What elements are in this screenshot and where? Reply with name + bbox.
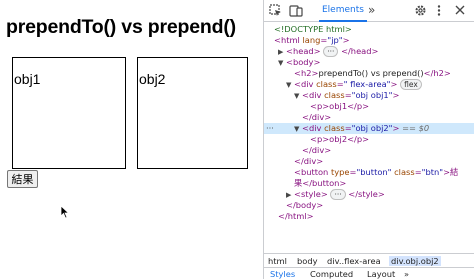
- mouse-cursor-icon: [60, 205, 70, 219]
- obj2-box: obj2: [137, 57, 248, 169]
- div-tag: <div: [302, 123, 325, 133]
- gear-icon[interactable]: [414, 4, 427, 17]
- attr-name: class: [394, 167, 415, 177]
- attr-value: "obj obj2": [351, 123, 393, 133]
- dom-line-h2[interactable]: <h2>prependTo() vs prepend()</h2>: [264, 68, 474, 79]
- tab-elements[interactable]: Elements: [319, 0, 367, 22]
- page-viewport: prependTo() vs prepend() obj1 obj2 結果: [0, 0, 263, 279]
- tab-styles[interactable]: Styles: [270, 269, 295, 279]
- flex-badge[interactable]: flex: [400, 79, 422, 90]
- tag-close: >: [342, 35, 350, 45]
- div-tag: <div: [294, 79, 317, 89]
- collapsed-ellipsis[interactable]: ···: [330, 189, 346, 200]
- attr-name: class: [324, 90, 345, 100]
- div-close-tag: </div>: [294, 156, 324, 166]
- style-tag: <style>: [294, 189, 328, 199]
- attr-value: "button": [356, 167, 392, 177]
- h2-close-tag: </h2>: [423, 68, 451, 78]
- style-close-tag: </style>: [348, 189, 385, 199]
- attr-value: "obj obj1": [351, 90, 393, 100]
- device-toolbar-icon[interactable]: [289, 4, 303, 17]
- dom-line-button-cont[interactable]: 果</button>: [264, 178, 474, 189]
- dom-line-html-close[interactable]: </html>: [264, 211, 474, 222]
- dom-line-button[interactable]: <button type="button" class="btn">結: [264, 167, 474, 178]
- dom-line-div-close[interactable]: </div>: [264, 112, 474, 123]
- h2-tag: <h2>: [294, 68, 319, 78]
- body-close-tag: </body>: [286, 200, 324, 210]
- button-tag: <button: [294, 167, 331, 177]
- breadcrumb-obj2[interactable]: div.obj.obj2: [389, 256, 441, 266]
- attr-name: class: [324, 123, 345, 133]
- body-tag: <body>: [286, 57, 321, 67]
- obj2-text: obj2: [139, 71, 166, 87]
- head-close-tag: </head>: [341, 46, 379, 56]
- p-element: <p>obj1</p>: [310, 101, 370, 111]
- dom-line-p-obj1[interactable]: <p>obj1</p>: [264, 101, 474, 112]
- breadcrumb-body[interactable]: body: [297, 256, 318, 266]
- close-icon[interactable]: [454, 4, 466, 16]
- console-ref-badge: == $0: [402, 123, 430, 133]
- tag-close: >: [392, 90, 400, 100]
- page-heading: prependTo() vs prepend(): [6, 16, 236, 38]
- div-close-tag: </div>: [302, 145, 332, 155]
- row-actions-ellipsis[interactable]: ···: [266, 123, 274, 134]
- dom-tree: <!DOCTYPE html> <html lang="jp"> ▶ <head>…: [264, 22, 474, 253]
- styles-subtabs: Styles Computed Layout »: [264, 267, 474, 279]
- devtools-panel: Elements » <!DOCTYPE html> <html lang="j…: [263, 0, 474, 279]
- attr-value: " flex-area": [343, 79, 391, 89]
- html-close-tag: </html>: [278, 211, 314, 221]
- devtools-toolbar: Elements »: [264, 0, 474, 22]
- dom-line-body-close[interactable]: </body>: [264, 200, 474, 211]
- html-tag: <html: [274, 35, 303, 45]
- head-tag: <head>: [286, 46, 321, 56]
- more-subtabs-icon[interactable]: »: [404, 269, 409, 279]
- tab-computed[interactable]: Computed: [310, 269, 353, 279]
- tab-layout[interactable]: Layout: [367, 269, 395, 279]
- attr-name: lang: [302, 35, 321, 45]
- dom-line-style[interactable]: ▶ <style> ··· </style>: [264, 189, 474, 200]
- breadcrumb-flex-area[interactable]: div..flex-area: [327, 256, 381, 266]
- obj1-box: obj1: [12, 57, 126, 169]
- attr-value: "jp": [327, 35, 343, 45]
- attr-name: class: [316, 79, 337, 89]
- div-close-tag: </div>: [302, 112, 332, 122]
- dom-line-obj1[interactable]: ▼ <div class="obj obj1">: [264, 90, 474, 101]
- dom-line-doctype[interactable]: <!DOCTYPE html>: [264, 24, 474, 35]
- collapsed-ellipsis[interactable]: ···: [323, 46, 339, 57]
- doctype-text: <!DOCTYPE html>: [274, 24, 352, 34]
- dom-line-flex-area[interactable]: ▼ <div class=" flex-area"> flex: [264, 79, 474, 90]
- attr-value: "btn": [421, 167, 444, 177]
- dom-line-html[interactable]: <html lang="jp">: [264, 35, 474, 46]
- div-tag: <div: [302, 90, 325, 100]
- button-text-end: 果</button>: [294, 178, 347, 188]
- tag-close: >: [392, 123, 400, 133]
- breadcrumb-html[interactable]: html: [268, 256, 287, 266]
- inspect-element-icon[interactable]: [269, 4, 282, 17]
- tag-close: >: [390, 79, 398, 89]
- dom-line-body[interactable]: ▼ <body>: [264, 57, 474, 68]
- h2-text: prependTo() vs prepend(): [318, 68, 424, 78]
- dom-line-obj2-selected[interactable]: ··· ▼ <div class="obj obj2"> == $0: [264, 123, 474, 134]
- p-element: <p>obj2</p>: [310, 134, 370, 144]
- button-text-start: >結: [443, 167, 459, 177]
- obj1-text: obj1: [14, 71, 41, 87]
- attr-name: type: [330, 167, 350, 177]
- dom-line-div-close[interactable]: </div>: [264, 145, 474, 156]
- dom-line-p-obj2[interactable]: <p>obj2</p>: [264, 134, 474, 145]
- more-tabs-icon[interactable]: »: [368, 3, 375, 17]
- dom-line-div-close[interactable]: </div>: [264, 156, 474, 167]
- breadcrumb: html body div..flex-area div.obj.obj2: [264, 253, 474, 267]
- dom-line-head[interactable]: ▶ <head> ··· </head>: [264, 46, 474, 57]
- kebab-menu-icon[interactable]: [436, 4, 442, 17]
- result-button[interactable]: 結果: [7, 170, 38, 188]
